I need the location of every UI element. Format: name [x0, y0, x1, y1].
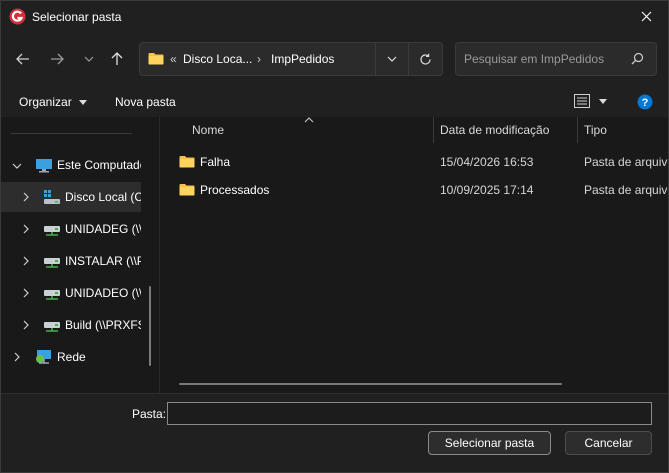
forward-button[interactable] [45, 48, 69, 70]
chevron-down-icon[interactable] [12, 161, 22, 171]
column-separator[interactable] [577, 117, 578, 143]
folder-icon [179, 156, 195, 168]
command-bar: Organizar Nova pasta ? [1, 87, 668, 117]
app-logo-icon [9, 8, 26, 25]
window-title: Selecionar pasta [32, 10, 122, 24]
tree-label: INSTALAR (\\P [65, 254, 141, 268]
tree-item-network-drive[interactable]: INSTALAR (\\P [1, 246, 141, 276]
tree-label: Este Computador [57, 158, 141, 172]
tree-item-network[interactable]: Rede [1, 342, 141, 372]
breadcrumb-separator[interactable]: › [257, 52, 261, 66]
address-dropdown-button[interactable] [375, 43, 408, 75]
file-name: Falha [200, 155, 231, 169]
details-view-icon [574, 94, 590, 108]
tree-label: Rede [57, 350, 86, 364]
chevron-down-icon [387, 56, 397, 62]
file-type: Pasta de arquivos [584, 183, 668, 197]
back-button[interactable] [11, 48, 35, 70]
search-icon[interactable] [631, 52, 644, 65]
chevron-right-icon[interactable] [21, 192, 31, 202]
arrow-right-icon [51, 53, 64, 65]
navigation-pane: Este Computador Disco Local (C:) [1, 117, 160, 393]
navigation-bar: « Disco Loca... › ImpPedidos [1, 32, 668, 87]
dialog-footer: Pasta: Selecionar pasta Cancelar [1, 393, 668, 472]
nav-divider [11, 133, 132, 134]
new-folder-button[interactable]: Nova pasta [115, 95, 176, 109]
address-bar[interactable]: « Disco Loca... › ImpPedidos [139, 42, 443, 76]
computer-icon [36, 159, 52, 173]
tree-label: Disco Local (C:) [65, 190, 141, 204]
network-icon [36, 350, 51, 364]
recent-locations-button[interactable] [77, 48, 101, 70]
file-date: 15/04/2026 16:53 [440, 155, 534, 169]
column-header-type[interactable]: Tipo [584, 123, 607, 137]
column-separator[interactable] [433, 117, 434, 143]
select-folder-dialog: Selecionar pasta « Disco Loca... › ImpPe… [0, 0, 669, 473]
close-button[interactable] [624, 1, 668, 31]
breadcrumb-drive[interactable]: Disco Loca... [183, 52, 252, 66]
refresh-icon [420, 53, 431, 65]
table-row[interactable]: Processados 10/09/2025 17:14 Pasta de ar… [161, 177, 668, 203]
title-bar: Selecionar pasta [1, 1, 668, 32]
nav-pane-scrollbar[interactable] [149, 286, 151, 366]
tree-label: UNIDADEG (\\ [65, 222, 141, 236]
chevron-right-icon[interactable] [21, 288, 31, 298]
network-drive-icon [44, 322, 60, 332]
search-input[interactable] [464, 52, 624, 66]
organize-menu-button[interactable]: Organizar [19, 95, 87, 109]
folder-icon [179, 184, 195, 196]
file-date: 10/09/2025 17:14 [440, 183, 534, 197]
drive-icon [44, 190, 60, 204]
chevron-right-icon[interactable] [21, 320, 31, 330]
tree-item-this-pc[interactable]: Este Computador [1, 150, 141, 180]
refresh-button[interactable] [408, 43, 442, 75]
tree-item-network-drive[interactable]: UNIDADEO (\\ [1, 278, 141, 308]
folder-icon [148, 53, 164, 65]
caret-down-icon [78, 99, 87, 105]
help-icon[interactable]: ? [637, 94, 653, 110]
file-list: Nome Data de modificação Tipo Falha 15/0… [161, 117, 668, 393]
table-row[interactable]: Falha 15/04/2026 16:53 Pasta de arquivos [161, 149, 668, 175]
chevron-down-icon [84, 56, 94, 62]
cancel-button[interactable]: Cancelar [565, 431, 652, 455]
file-name: Processados [200, 183, 270, 197]
breadcrumb-current[interactable]: ImpPedidos [271, 52, 334, 66]
arrow-up-icon [111, 52, 123, 65]
breadcrumb-overflow[interactable]: « [170, 52, 177, 66]
network-drive-icon [44, 290, 60, 300]
network-drive-icon [44, 258, 60, 268]
folder-name-field[interactable] [167, 402, 652, 425]
column-header-date[interactable]: Data de modificação [440, 123, 549, 137]
tree-item-network-drive[interactable]: Build (\\PRXFS [1, 310, 141, 340]
file-list-scrollbar[interactable] [179, 383, 562, 385]
network-drive-icon [44, 226, 60, 236]
tree-label: Build (\\PRXFS [65, 318, 141, 332]
arrow-left-icon [16, 53, 29, 65]
search-box[interactable] [455, 42, 657, 76]
organize-label: Organizar [19, 95, 72, 109]
up-button[interactable] [105, 48, 129, 70]
chevron-right-icon[interactable] [12, 352, 22, 362]
view-options-button[interactable] [574, 94, 607, 108]
svg-text:?: ? [642, 97, 649, 109]
caret-down-icon [599, 98, 607, 104]
file-type: Pasta de arquivos [584, 155, 668, 169]
column-header-name[interactable]: Nome [192, 123, 224, 137]
sort-ascending-icon [304, 117, 314, 123]
tree-item-network-drive[interactable]: UNIDADEG (\\ [1, 214, 141, 244]
chevron-right-icon[interactable] [21, 224, 31, 234]
close-icon [641, 11, 651, 21]
tree-item-local-disk[interactable]: Disco Local (C:) [1, 182, 141, 212]
folder-label: Pasta: [132, 407, 167, 421]
select-folder-button[interactable]: Selecionar pasta [428, 431, 551, 455]
chevron-right-icon[interactable] [21, 256, 31, 266]
tree-label: UNIDADEO (\\ [65, 286, 141, 300]
